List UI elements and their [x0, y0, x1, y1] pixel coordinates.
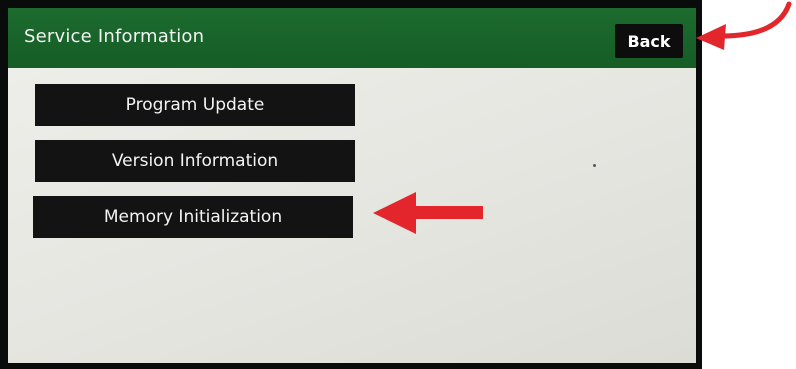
memory-pointer-arrow-icon [373, 192, 483, 234]
back-pointer-arrow-icon [696, 1, 792, 50]
annotation-overlay [373, 1, 792, 234]
